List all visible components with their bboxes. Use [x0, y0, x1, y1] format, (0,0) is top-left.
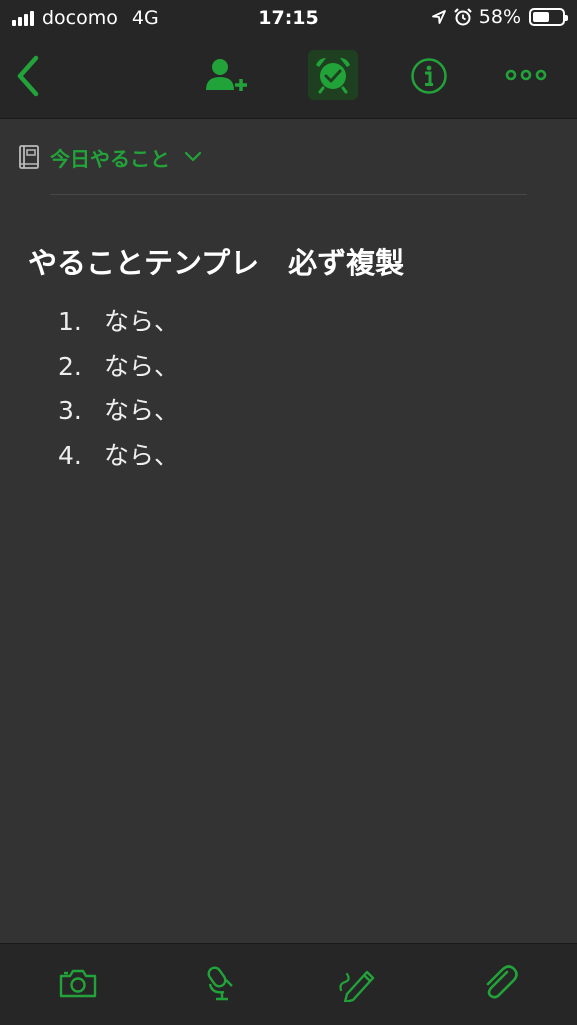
list-item-number: 4.: [58, 440, 82, 470]
alarm-clock-check-icon: [316, 58, 350, 94]
ellipsis-icon: [505, 69, 547, 81]
audio-record-button[interactable]: [196, 961, 244, 1005]
note-title[interactable]: やることテンプレ 必ず複製: [28, 240, 404, 282]
chevron-down-icon: [184, 151, 202, 162]
notebook-divider: [50, 194, 527, 195]
share-button[interactable]: [200, 54, 252, 98]
pen-icon: [339, 970, 375, 1002]
add-person-icon: [206, 59, 247, 91]
list-item-number: 2.: [58, 351, 82, 381]
list-item[interactable]: 3. なら、: [58, 391, 179, 436]
list-item[interactable]: 1. なら、: [58, 302, 179, 347]
status-right: 58%: [431, 6, 568, 28]
battery-level: [533, 12, 549, 22]
battery-icon: [529, 8, 568, 26]
note-numbered-list[interactable]: 1. なら、 2. なら、 3. なら、 4. なら、: [58, 302, 179, 480]
list-item-text: なら、: [104, 440, 180, 470]
notebook-icon: [19, 145, 39, 169]
microphone-icon: [207, 966, 233, 1001]
camera-icon: [59, 969, 97, 998]
list-item-number: 1.: [58, 307, 82, 336]
more-options-button[interactable]: [500, 60, 552, 90]
list-item[interactable]: 4. なら、: [58, 436, 179, 481]
notebook-selector[interactable]: 今日やること: [18, 142, 202, 172]
chevron-left-icon: [17, 55, 39, 97]
bottom-toolbar: [0, 943, 577, 1025]
sketch-button[interactable]: [334, 961, 382, 1005]
reminder-button[interactable]: [308, 50, 358, 100]
alarm-icon: [453, 8, 472, 26]
paperclip-icon: [486, 965, 518, 999]
note-nav-bar: [0, 38, 577, 119]
notebook-name: 今日やること: [50, 146, 170, 171]
attach-file-button[interactable]: [476, 961, 524, 1005]
status-bar: docomo 4G 17:15 58%: [0, 0, 577, 38]
back-button[interactable]: [6, 52, 50, 100]
list-item[interactable]: 2. なら、: [58, 347, 179, 392]
list-item-text: なら、: [104, 396, 180, 425]
location-arrow-icon: [431, 10, 446, 24]
info-button[interactable]: [406, 53, 452, 99]
info-circle-icon: [411, 58, 447, 94]
camera-button[interactable]: [54, 961, 102, 1005]
list-item-number: 3.: [58, 396, 82, 425]
battery-percent: 58%: [478, 6, 521, 28]
battery-tip: [565, 15, 568, 21]
list-item-text: なら、: [104, 351, 180, 381]
list-item-text: なら、: [104, 307, 180, 336]
